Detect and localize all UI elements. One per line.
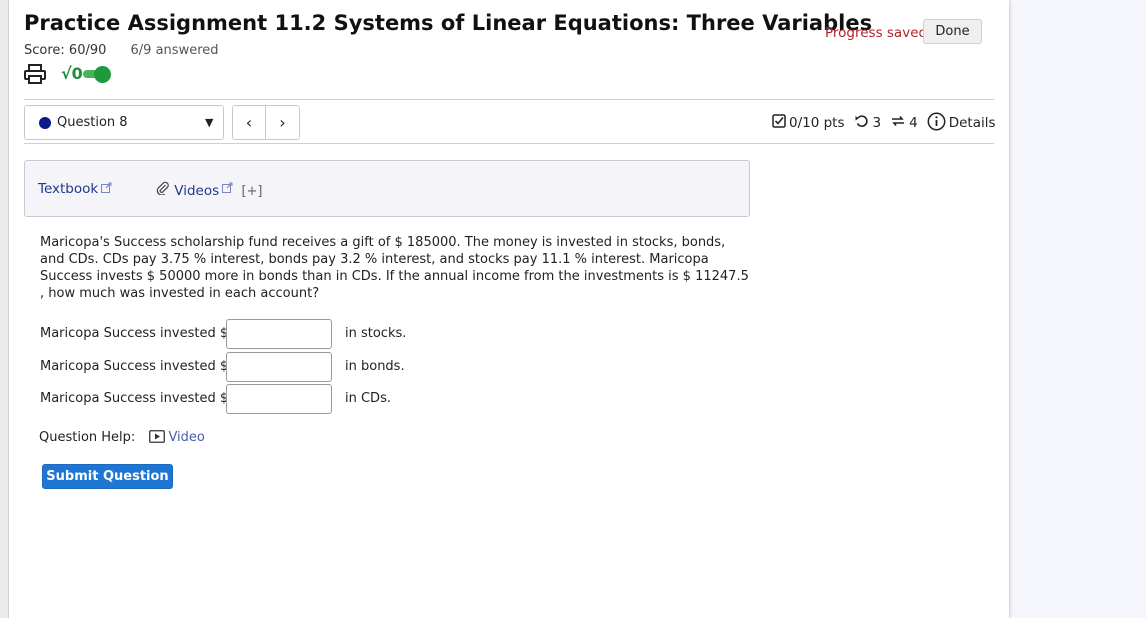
answer-prefix: Maricopa Success invested $ bbox=[40, 391, 229, 406]
submit-question-button[interactable]: Submit Question bbox=[42, 464, 173, 489]
play-video-icon bbox=[149, 430, 166, 447]
external-link-icon bbox=[101, 181, 112, 197]
score-summary: Score: 60/90 6/9 answered bbox=[24, 43, 219, 58]
points-value: 0/10 pts bbox=[789, 115, 845, 131]
math-entry-toggle[interactable]: √0 bbox=[61, 64, 113, 84]
external-link-icon bbox=[222, 181, 233, 197]
divider bbox=[24, 99, 994, 100]
next-question-button[interactable]: › bbox=[266, 106, 299, 139]
answer-row-cds: Maricopa Success invested $ in CDs. bbox=[40, 384, 460, 414]
answer-row-stocks: Maricopa Success invested $ in stocks. bbox=[40, 319, 460, 349]
cds-amount-input[interactable] bbox=[226, 384, 332, 414]
answer-prefix: Maricopa Success invested $ bbox=[40, 326, 229, 341]
videos-label: Videos bbox=[174, 183, 220, 199]
sqrt-icon: √0 bbox=[61, 64, 83, 83]
answer-row-bonds: Maricopa Success invested $ in bonds. bbox=[40, 352, 460, 382]
answered-count: 6/9 answered bbox=[130, 43, 219, 58]
expand-videos-link[interactable]: [+] bbox=[241, 184, 262, 199]
progress-saved-status: Progress saved bbox=[825, 25, 928, 41]
checkbox-icon bbox=[772, 114, 786, 132]
question-help-label: Question Help: bbox=[39, 430, 136, 445]
answer-suffix: in stocks. bbox=[345, 326, 407, 341]
done-button[interactable]: Done bbox=[923, 19, 982, 44]
question-nav-group: ‹ › bbox=[232, 105, 300, 140]
question-selector[interactable]: Question 8 ▼ bbox=[24, 105, 224, 140]
videos-link[interactable]: Videos [+] bbox=[156, 181, 263, 199]
details-link[interactable]: Details bbox=[949, 115, 996, 131]
divider bbox=[24, 143, 994, 144]
attempts-icon bbox=[890, 114, 906, 132]
score-text: Score: 60/90 bbox=[24, 43, 107, 58]
previous-question-button[interactable]: ‹ bbox=[233, 106, 267, 139]
assignment-title: Practice Assignment 11.2 Systems of Line… bbox=[24, 11, 873, 35]
retry-icon bbox=[854, 114, 870, 132]
caret-down-icon: ▼ bbox=[205, 116, 214, 129]
answer-prefix: Maricopa Success invested $ bbox=[40, 359, 229, 374]
question-help: Question Help: Video bbox=[39, 430, 205, 447]
left-gutter bbox=[0, 0, 9, 618]
retries-count: 3 bbox=[872, 115, 882, 131]
problem-statement: Maricopa's Success scholarship fund rece… bbox=[40, 235, 749, 301]
assignment-panel: Practice Assignment 11.2 Systems of Line… bbox=[9, 0, 1009, 618]
answer-suffix: in CDs. bbox=[345, 391, 391, 406]
help-video-link[interactable]: Video bbox=[168, 430, 204, 445]
attempts-count: 4 bbox=[909, 115, 918, 131]
stocks-amount-input[interactable] bbox=[226, 319, 332, 349]
resources-box: Textbook Videos [+] bbox=[24, 160, 750, 217]
print-icon[interactable] bbox=[24, 64, 46, 84]
textbook-link[interactable]: Textbook bbox=[38, 181, 112, 197]
question-meta: 0/10 pts 3 4 Details bbox=[772, 112, 996, 135]
question-selector-label: Question 8 bbox=[57, 115, 128, 130]
answer-suffix: in bonds. bbox=[345, 359, 405, 374]
toggle-knob bbox=[94, 66, 111, 83]
paperclip-icon bbox=[156, 181, 170, 199]
info-icon[interactable] bbox=[927, 112, 946, 135]
question-status-dot bbox=[39, 117, 51, 129]
textbook-label: Textbook bbox=[38, 181, 99, 197]
bonds-amount-input[interactable] bbox=[226, 352, 332, 382]
